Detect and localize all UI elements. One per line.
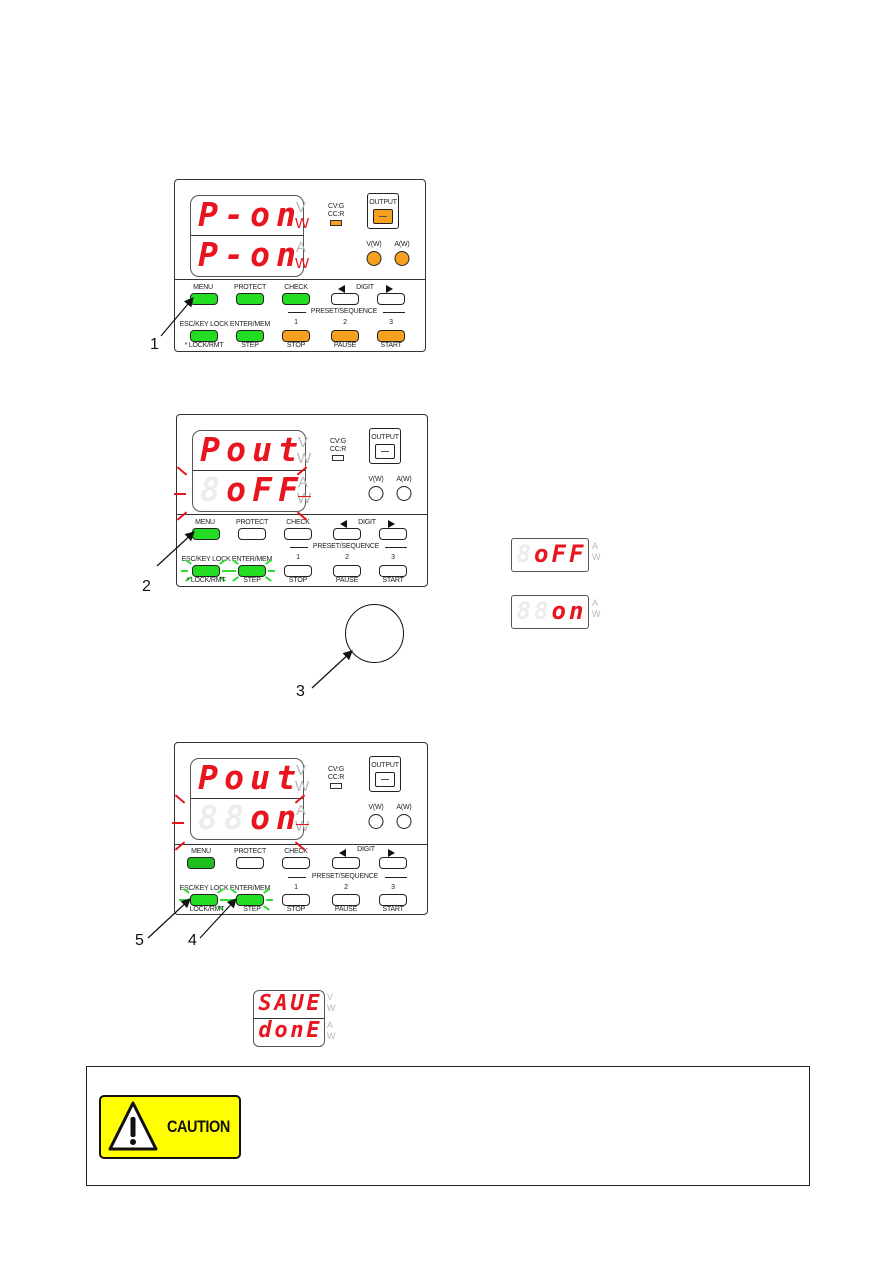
step-number-2: 2 [142,578,151,595]
caution-box: CAUTION [86,1066,810,1186]
arrow-step3 [311,650,353,689]
arrow-step1 [160,297,194,337]
step-number-3: 3 [296,683,305,700]
step-number-1: 1 [150,336,159,353]
step-number-4: 4 [188,932,197,949]
arrow-step5 [147,898,191,939]
caution-label: CAUTION [167,1117,230,1136]
warning-triangle-icon [108,1101,158,1151]
arrow-step2 [156,531,195,567]
step-number-5: 5 [135,932,144,949]
arrow-step4 [199,898,237,939]
caution-badge: CAUTION [99,1095,241,1159]
